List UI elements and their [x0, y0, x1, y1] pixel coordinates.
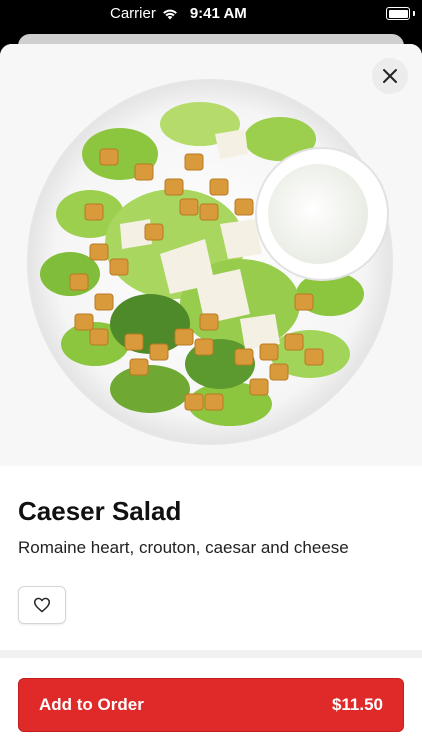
battery-icon: [386, 7, 410, 20]
wifi-icon: [162, 9, 177, 19]
item-title: Caeser Salad: [18, 496, 182, 526]
carrier-label: Carrier: [110, 5, 156, 22]
battery-tip: [413, 11, 415, 16]
close-button[interactable]: [372, 58, 408, 94]
salad-photo: [0, 44, 422, 466]
close-icon[interactable]: [382, 68, 398, 84]
clock: 9:41 AM: [189, 5, 247, 22]
status-bar: Carrier 9:41 AM: [0, 0, 422, 30]
add-to-order-button[interactable]: Add to Order $11.50: [18, 678, 404, 732]
section-divider: [0, 650, 422, 658]
item-detail-sheet: Caeser Salad Romaine heart, crouton, cae…: [0, 44, 422, 750]
item-description: Romaine heart, crouton, caesar and chees…: [18, 538, 349, 557]
price-label: $11.50: [331, 695, 383, 714]
item-image: [0, 44, 422, 466]
favorite-button[interactable]: [18, 586, 66, 624]
heart-icon[interactable]: [33, 597, 51, 613]
add-to-order-label: Add to Order: [39, 695, 144, 714]
